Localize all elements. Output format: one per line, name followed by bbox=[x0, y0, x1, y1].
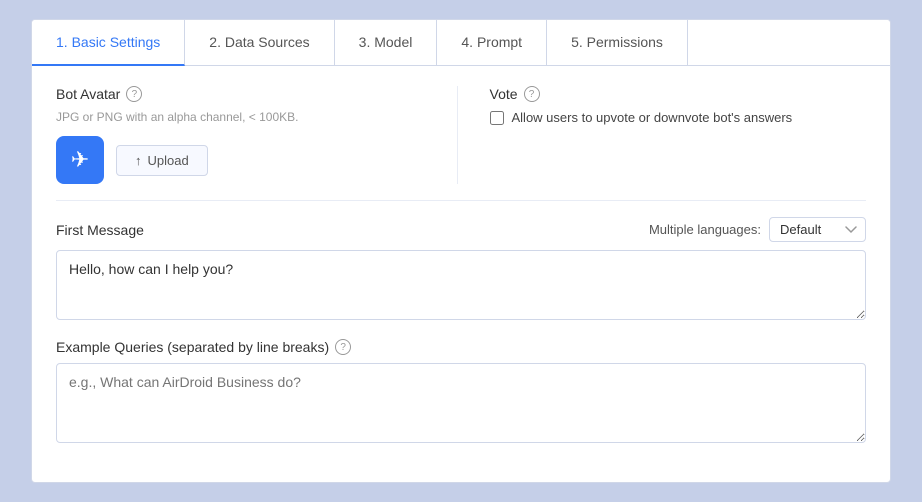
upload-arrow-icon: ↑ bbox=[135, 153, 142, 168]
example-queries-help-icon[interactable]: ? bbox=[335, 339, 351, 355]
first-message-section: First Message Multiple languages: Defaul… bbox=[56, 217, 866, 323]
example-queries-label: Example Queries (separated by line break… bbox=[56, 339, 351, 355]
page-background: 1. Basic Settings 2. Data Sources 3. Mod… bbox=[0, 0, 922, 502]
first-message-label: First Message bbox=[56, 222, 144, 238]
tab-basic-settings[interactable]: 1. Basic Settings bbox=[32, 20, 185, 66]
example-queries-header: Example Queries (separated by line break… bbox=[56, 339, 866, 355]
vote-section: Vote ? Allow users to upvote or downvote… bbox=[458, 86, 867, 184]
tab-data-sources[interactable]: 2. Data Sources bbox=[185, 20, 334, 65]
avatar-row: ✈ ↑ Upload bbox=[56, 136, 433, 184]
top-section: Bot Avatar ? JPG or PNG with an alpha ch… bbox=[56, 86, 866, 201]
first-message-input[interactable]: Hello, how can I help you? bbox=[56, 250, 866, 320]
vote-checkbox[interactable] bbox=[490, 111, 504, 125]
tab-model[interactable]: 3. Model bbox=[335, 20, 438, 65]
bot-avatar-label: Bot Avatar ? bbox=[56, 86, 433, 102]
first-message-header: First Message Multiple languages: Defaul… bbox=[56, 217, 866, 242]
vote-label: Vote ? bbox=[490, 86, 867, 102]
tab-bar: 1. Basic Settings 2. Data Sources 3. Mod… bbox=[32, 20, 890, 66]
main-card: 1. Basic Settings 2. Data Sources 3. Mod… bbox=[31, 19, 891, 483]
example-queries-input[interactable] bbox=[56, 363, 866, 443]
language-select[interactable]: Default English Chinese Japanese bbox=[769, 217, 866, 242]
vote-checkbox-label: Allow users to upvote or downvote bot's … bbox=[512, 110, 793, 125]
tab-prompt[interactable]: 4. Prompt bbox=[437, 20, 547, 65]
example-queries-section: Example Queries (separated by line break… bbox=[56, 339, 866, 446]
avatar-preview: ✈ bbox=[56, 136, 104, 184]
tab-permissions[interactable]: 5. Permissions bbox=[547, 20, 688, 65]
language-label: Multiple languages: bbox=[649, 222, 761, 237]
vote-help-icon[interactable]: ? bbox=[524, 86, 540, 102]
vote-row: Allow users to upvote or downvote bot's … bbox=[490, 110, 867, 125]
bot-avatar-help-icon[interactable]: ? bbox=[126, 86, 142, 102]
content-area: Bot Avatar ? JPG or PNG with an alpha ch… bbox=[32, 66, 890, 482]
language-row: Multiple languages: Default English Chin… bbox=[649, 217, 866, 242]
paper-plane-icon: ✈ bbox=[71, 147, 89, 173]
bot-avatar-section: Bot Avatar ? JPG or PNG with an alpha ch… bbox=[56, 86, 458, 184]
file-hint: JPG or PNG with an alpha channel, < 100K… bbox=[56, 110, 433, 124]
upload-button[interactable]: ↑ Upload bbox=[116, 145, 208, 176]
